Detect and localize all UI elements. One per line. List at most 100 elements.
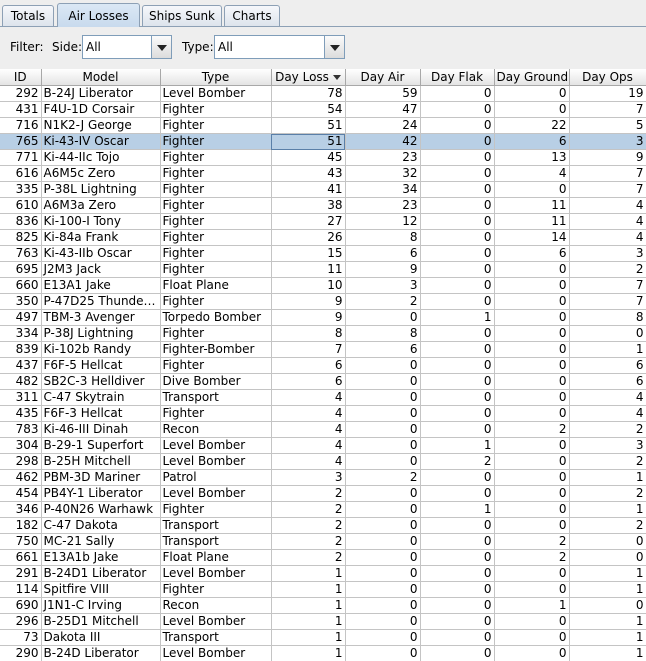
cell-day-ground[interactable]: 0 xyxy=(494,517,570,534)
cell-id[interactable]: 716 xyxy=(0,117,42,134)
table-row[interactable]: 304 B-29-1 Superfort Level Bomber 4 0 1 0 3 xyxy=(0,437,646,454)
cell-day-ground[interactable]: 0 xyxy=(494,389,570,406)
cell-day-ops[interactable]: 0 xyxy=(569,533,646,550)
cell-day-ops[interactable]: 1 xyxy=(569,341,646,358)
cell-day-flak[interactable]: 0 xyxy=(420,533,495,550)
cell-day-ground[interactable]: 0 xyxy=(494,181,570,198)
table-row[interactable]: 73 Dakota III Transport 1 0 0 0 1 xyxy=(0,629,646,646)
cell-day-air[interactable]: 34 xyxy=(345,181,421,198)
cell-day-ground[interactable]: 11 xyxy=(494,213,570,230)
cell-day-flak[interactable]: 0 xyxy=(420,645,495,661)
cell-type[interactable]: Dive Bomber xyxy=(160,373,272,390)
cell-day-loss[interactable]: 6 xyxy=(271,373,346,390)
cell-day-air[interactable]: 32 xyxy=(345,165,421,182)
cell-type[interactable]: Transport xyxy=(160,629,272,646)
cell-day-ground[interactable]: 0 xyxy=(494,501,570,518)
cell-day-ops[interactable]: 19 xyxy=(569,85,646,102)
cell-day-flak[interactable]: 0 xyxy=(420,181,495,198)
cell-model[interactable]: MC-21 Sally xyxy=(41,533,161,550)
cell-model[interactable]: PBM-3D Mariner xyxy=(41,469,161,486)
cell-type[interactable]: Fighter xyxy=(160,405,272,422)
cell-day-ops[interactable]: 4 xyxy=(569,197,646,214)
cell-id[interactable]: 836 xyxy=(0,213,42,230)
table-row[interactable]: 334 P-38J Lightning Fighter 8 8 0 0 0 xyxy=(0,325,646,342)
cell-type[interactable]: Patrol xyxy=(160,469,272,486)
cell-id[interactable]: 114 xyxy=(0,581,42,598)
cell-day-flak[interactable]: 0 xyxy=(420,165,495,182)
cell-day-flak[interactable]: 0 xyxy=(420,325,495,342)
cell-model[interactable]: E13A1b Jake xyxy=(41,549,161,566)
cell-type[interactable]: Fighter xyxy=(160,229,272,246)
cell-model[interactable]: P-38J Lightning xyxy=(41,325,161,342)
cell-day-ground[interactable]: 0 xyxy=(494,101,570,118)
cell-day-loss[interactable]: 2 xyxy=(271,549,346,566)
cell-day-flak[interactable]: 0 xyxy=(420,581,495,598)
cell-model[interactable]: N1K2-J George xyxy=(41,117,161,134)
cell-model[interactable]: Ki-44-IIc Tojo xyxy=(41,149,161,166)
cell-day-air[interactable]: 47 xyxy=(345,101,421,118)
cell-day-flak[interactable]: 1 xyxy=(420,309,495,326)
cell-day-ground[interactable]: 0 xyxy=(494,373,570,390)
cell-id[interactable]: 750 xyxy=(0,533,42,550)
cell-model[interactable]: A6M5c Zero xyxy=(41,165,161,182)
cell-day-air[interactable]: 2 xyxy=(345,469,421,486)
cell-model[interactable]: B-25H Mitchell xyxy=(41,453,161,470)
cell-id[interactable]: 482 xyxy=(0,373,42,390)
cell-day-ground[interactable]: 0 xyxy=(494,293,570,310)
type-dropdown-button[interactable] xyxy=(324,36,344,58)
cell-type[interactable]: Transport xyxy=(160,389,272,406)
cell-id[interactable]: 661 xyxy=(0,549,42,566)
cell-day-ops[interactable]: 2 xyxy=(569,453,646,470)
cell-id[interactable]: 437 xyxy=(0,357,42,374)
cell-model[interactable]: A6M3a Zero xyxy=(41,197,161,214)
cell-day-ground[interactable]: 0 xyxy=(494,469,570,486)
cell-day-ops[interactable]: 1 xyxy=(569,645,646,661)
cell-day-loss[interactable]: 9 xyxy=(271,293,346,310)
table-row[interactable]: 182 C-47 Dakota Transport 2 0 0 0 2 xyxy=(0,517,646,534)
column-header-id[interactable]: ID xyxy=(0,69,42,86)
cell-day-flak[interactable]: 0 xyxy=(420,197,495,214)
cell-model[interactable]: SB2C-3 Helldiver xyxy=(41,373,161,390)
table-row[interactable]: 825 Ki-84a Frank Fighter 26 8 0 14 4 xyxy=(0,229,646,246)
table-row[interactable]: 311 C-47 Skytrain Transport 4 0 0 0 4 xyxy=(0,389,646,406)
column-header-day-ground[interactable]: Day Ground xyxy=(494,69,570,86)
cell-id[interactable]: 610 xyxy=(0,197,42,214)
cell-day-air[interactable]: 59 xyxy=(345,85,421,102)
cell-day-loss[interactable]: 7 xyxy=(271,341,346,358)
cell-day-flak[interactable]: 0 xyxy=(420,357,495,374)
cell-day-ground[interactable]: 13 xyxy=(494,149,570,166)
cell-day-ground[interactable]: 2 xyxy=(494,549,570,566)
cell-type[interactable]: Fighter xyxy=(160,293,272,310)
cell-id[interactable]: 616 xyxy=(0,165,42,182)
table-row[interactable]: 291 B-24D1 Liberator Level Bomber 1 0 0 0 1 xyxy=(0,565,646,582)
cell-day-ops[interactable]: 3 xyxy=(569,437,646,454)
cell-type[interactable]: Fighter xyxy=(160,261,272,278)
cell-day-ops[interactable]: 5 xyxy=(569,117,646,134)
cell-day-flak[interactable]: 0 xyxy=(420,565,495,582)
air-losses-table[interactable]: ID Model Type Day Loss Day Air Day Flak … xyxy=(0,69,646,661)
cell-day-ground[interactable]: 14 xyxy=(494,229,570,246)
cell-day-ops[interactable]: 3 xyxy=(569,245,646,262)
cell-id[interactable]: 839 xyxy=(0,341,42,358)
cell-model[interactable]: F6F-5 Hellcat xyxy=(41,357,161,374)
cell-id[interactable]: 695 xyxy=(0,261,42,278)
cell-day-ops[interactable]: 2 xyxy=(569,421,646,438)
table-row[interactable]: 431 F4U-1D Corsair Fighter 54 47 0 0 7 xyxy=(0,101,646,118)
cell-id[interactable]: 291 xyxy=(0,565,42,582)
cell-id[interactable]: 783 xyxy=(0,421,42,438)
cell-model[interactable]: P-47D25 Thunderbolt xyxy=(41,293,161,310)
column-header-day-ops[interactable]: Day Ops xyxy=(569,69,646,86)
table-row[interactable]: 616 A6M5c Zero Fighter 43 32 0 4 7 xyxy=(0,165,646,182)
cell-type[interactable]: Level Bomber xyxy=(160,453,272,470)
cell-id[interactable]: 334 xyxy=(0,325,42,342)
cell-day-ops[interactable]: 7 xyxy=(569,293,646,310)
cell-type[interactable]: Recon xyxy=(160,421,272,438)
cell-day-loss[interactable]: 1 xyxy=(271,597,346,614)
cell-model[interactable]: J2M3 Jack xyxy=(41,261,161,278)
cell-day-air[interactable]: 0 xyxy=(345,549,421,566)
cell-day-loss[interactable]: 26 xyxy=(271,229,346,246)
cell-day-flak[interactable]: 1 xyxy=(420,437,495,454)
type-select[interactable]: All xyxy=(214,35,345,59)
cell-day-ground[interactable]: 6 xyxy=(494,245,570,262)
cell-day-air[interactable]: 0 xyxy=(345,565,421,582)
